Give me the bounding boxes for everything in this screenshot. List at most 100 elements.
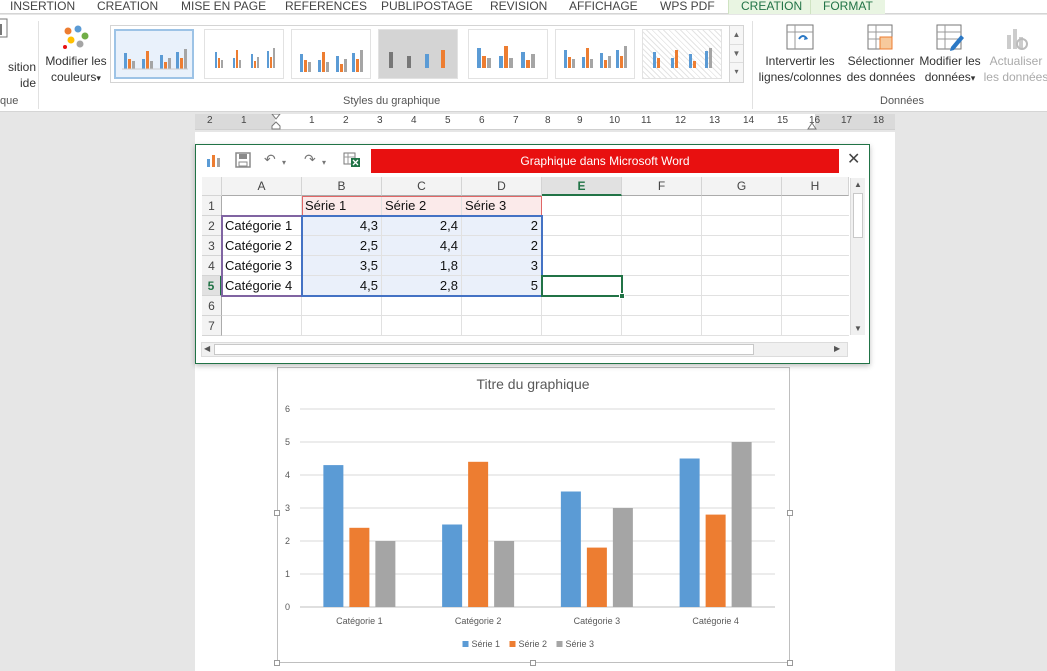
spreadsheet-grid[interactable]: A B C D E F G H 1 2 3 4 5 6 7 Série 1 Sé…: [202, 177, 864, 337]
row-header[interactable]: 6: [202, 296, 222, 316]
column-header[interactable]: F: [622, 177, 702, 196]
chart-style-thumb-6[interactable]: [555, 29, 635, 79]
gallery-scrollbar[interactable]: ▲ ▼ ▾: [729, 26, 743, 82]
tab-insertion[interactable]: INSERTION: [10, 0, 75, 14]
tab-creation[interactable]: CREATION: [97, 0, 158, 14]
cell-series-header[interactable]: Série 2: [382, 196, 462, 216]
layout-button-partial[interactable]: sition ide: [0, 18, 36, 91]
chart-resize-handle[interactable]: [274, 510, 280, 516]
scroll-left-icon[interactable]: ◀: [204, 344, 210, 353]
indent-marker-icon[interactable]: [271, 114, 281, 130]
tab-references[interactable]: REFERENCES: [285, 0, 367, 14]
tab-wps-pdf[interactable]: WPS PDF: [660, 0, 715, 14]
row-header[interactable]: 2: [202, 216, 222, 236]
right-indent-marker-icon[interactable]: [807, 120, 817, 130]
bar[interactable]: [323, 465, 344, 607]
chevron-down-icon[interactable]: ▾: [282, 155, 286, 171]
cell-category[interactable]: Catégorie 4: [222, 276, 302, 296]
cell-series-header[interactable]: Série 3: [462, 196, 542, 216]
gallery-more-icon[interactable]: ▾: [730, 62, 743, 80]
bar[interactable]: [468, 461, 489, 607]
refresh-data-button[interactable]: Actualiser les données: [983, 23, 1047, 85]
cell-category[interactable]: Catégorie 3: [222, 256, 302, 276]
undo-icon[interactable]: ↶: [264, 151, 276, 167]
cell-value[interactable]: 4,3: [302, 216, 382, 236]
tab-publipostage[interactable]: PUBLIPOSTAGE: [381, 0, 473, 14]
chart-resize-handle[interactable]: [274, 660, 280, 666]
bar[interactable]: [494, 541, 515, 607]
cell-value[interactable]: 4,5: [302, 276, 382, 296]
chart-area[interactable]: 0 1 2 3 4 5 6 Catégorie 1 Catégorie 2 Catégorie …: [277, 367, 790, 663]
chart-style-thumb-7[interactable]: [642, 29, 722, 79]
bar[interactable]: [679, 458, 700, 608]
cell-value[interactable]: 2,5: [302, 236, 382, 256]
edit-in-excel-icon[interactable]: [343, 152, 361, 168]
row-header[interactable]: 7: [202, 316, 222, 336]
column-header[interactable]: D: [462, 177, 542, 196]
chart-resize-handle[interactable]: [787, 510, 793, 516]
cell-category[interactable]: Catégorie 2: [222, 236, 302, 256]
redo-icon[interactable]: ↷: [304, 151, 316, 167]
edit-data-button[interactable]: Modifier les données▾: [917, 23, 983, 86]
change-colors-button[interactable]: Modifier les couleurs▾: [42, 23, 110, 86]
scroll-up-icon[interactable]: ▲: [854, 180, 862, 189]
scroll-down-icon[interactable]: ▼: [854, 324, 862, 333]
bar[interactable]: [705, 514, 726, 607]
close-icon[interactable]: ✕: [847, 149, 860, 171]
cell-series-header[interactable]: Série 1: [302, 196, 382, 216]
cell-value[interactable]: 3,5: [302, 256, 382, 276]
bar[interactable]: [349, 527, 370, 607]
chart-title[interactable]: Titre du graphique: [476, 376, 589, 392]
chart-resize-handle[interactable]: [787, 660, 793, 666]
tab-mise-en-page[interactable]: MISE EN PAGE: [181, 0, 266, 14]
tab-revision[interactable]: REVISION: [490, 0, 547, 14]
column-header[interactable]: G: [702, 177, 782, 196]
gallery-scroll-up-icon[interactable]: ▲: [730, 26, 743, 44]
empty-cells[interactable]: [222, 296, 542, 336]
scroll-right-icon[interactable]: ▶: [834, 344, 840, 353]
chevron-down-icon[interactable]: ▾: [322, 155, 326, 171]
tab-affichage[interactable]: AFFICHAGE: [569, 0, 638, 14]
bar[interactable]: [612, 508, 633, 607]
column-header[interactable]: B: [302, 177, 382, 196]
gallery-scroll-down-icon[interactable]: ▼: [730, 44, 743, 62]
select-all-corner[interactable]: [202, 177, 222, 196]
cell-value[interactable]: 2,4: [382, 216, 462, 236]
bar[interactable]: [375, 541, 396, 607]
cell-category[interactable]: Catégorie 1: [222, 216, 302, 236]
chart-style-thumb-1[interactable]: [114, 29, 194, 79]
bar[interactable]: [586, 547, 607, 607]
vertical-scroll-thumb[interactable]: [853, 193, 863, 238]
save-icon[interactable]: [235, 152, 251, 168]
cell-value[interactable]: 4,4: [382, 236, 462, 256]
column-header-active[interactable]: E: [542, 177, 622, 196]
cell-value[interactable]: 2,8: [382, 276, 462, 296]
select-data-button[interactable]: Sélectionner des données: [845, 23, 917, 85]
horizontal-scroll-thumb[interactable]: [214, 344, 754, 355]
bar[interactable]: [442, 524, 463, 608]
cell-value[interactable]: 2: [462, 216, 542, 236]
cell-value[interactable]: 3: [462, 256, 542, 276]
bar[interactable]: [731, 442, 752, 607]
vertical-scrollbar[interactable]: ▲ ▼: [850, 178, 865, 335]
horizontal-scrollbar[interactable]: ◀ ▶: [201, 342, 848, 357]
row-header[interactable]: 4: [202, 256, 222, 276]
column-header[interactable]: C: [382, 177, 462, 196]
row-header-active[interactable]: 5: [202, 276, 222, 296]
row-header[interactable]: 1: [202, 196, 222, 216]
chart-style-thumb-4[interactable]: [378, 29, 458, 79]
cell-value[interactable]: 2: [462, 236, 542, 256]
tab-chart-creation[interactable]: CREATION: [728, 0, 815, 14]
cell-a1[interactable]: [222, 196, 302, 216]
chart-style-thumb-5[interactable]: [468, 29, 548, 79]
legend-label[interactable]: Série 3: [566, 639, 595, 649]
row-header[interactable]: 3: [202, 236, 222, 256]
cell-value[interactable]: 5: [462, 276, 542, 296]
bar[interactable]: [560, 491, 581, 608]
empty-cells[interactable]: [542, 196, 849, 336]
legend-label[interactable]: Série 1: [472, 639, 501, 649]
chart-style-thumb-2[interactable]: [204, 29, 284, 79]
legend-label[interactable]: Série 2: [519, 639, 548, 649]
column-header[interactable]: H: [782, 177, 849, 196]
fill-handle[interactable]: [619, 293, 625, 299]
